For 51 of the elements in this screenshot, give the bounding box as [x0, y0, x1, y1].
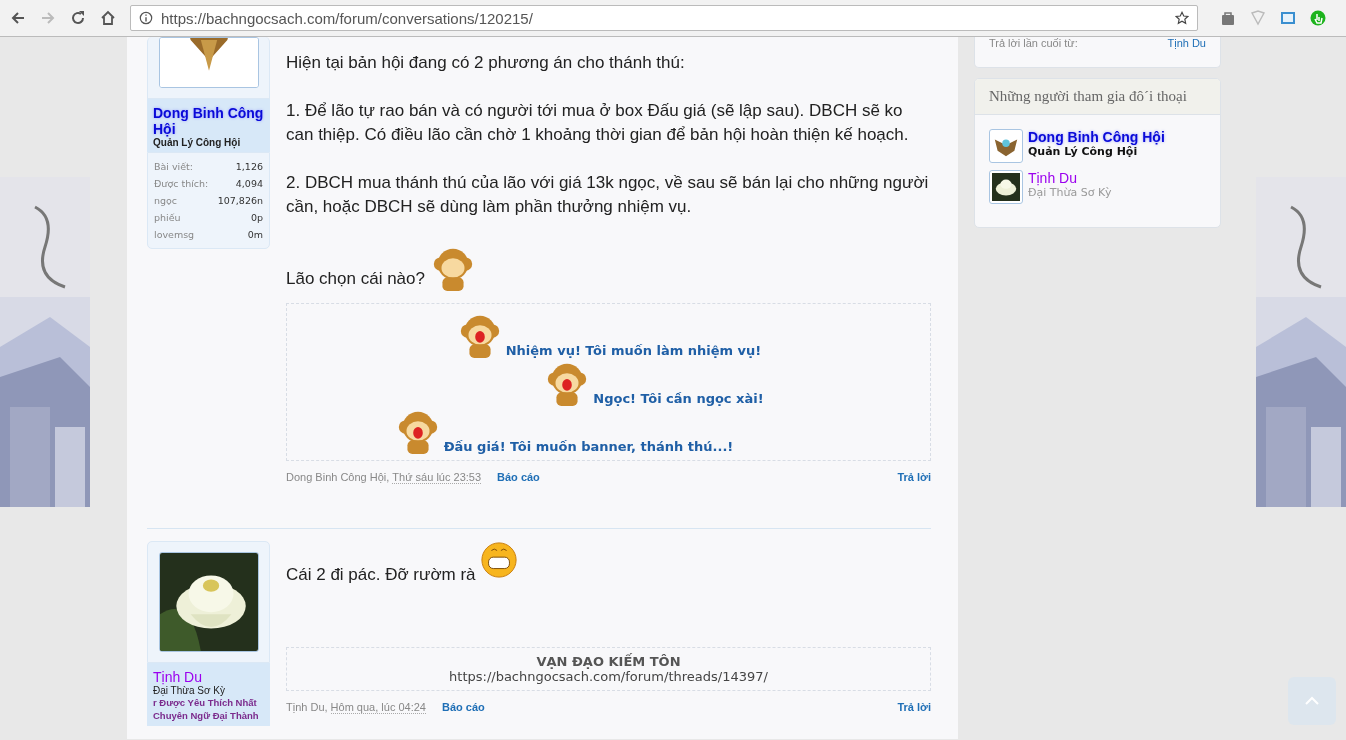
- bag-icon[interactable]: [1220, 10, 1236, 26]
- signature-link[interactable]: https://bachngocsach.com/forum/threads/14397/: [287, 669, 930, 684]
- user-name[interactable]: Tịnh Du: [153, 669, 264, 685]
- message-text: 2. DBCH mua thánh thú của lão với giá 13k ngọc, về sau sẽ bán lại cho những người cần, hoặc DBCH sẽ dùng làm phần thưởng nhiệm vụ.: [286, 172, 930, 218]
- message-text: Lão chọn cái nào?: [286, 268, 425, 290]
- post-author[interactable]: Dong Binh Công Hội,: [286, 471, 390, 484]
- report-link[interactable]: Báo cáo: [441, 701, 485, 714]
- stat-label: Bài viết:: [154, 160, 194, 174]
- back-icon[interactable]: [10, 10, 26, 26]
- post-date[interactable]: Thứ sáu lúc 23:53: [392, 471, 482, 484]
- option-text: Đấu giá! Tôi muốn banner, thánh thú...!: [443, 439, 734, 454]
- participant-title: Đại Thừa Sơ Kỳ: [1027, 186, 1112, 199]
- report-link[interactable]: Báo cáo: [497, 471, 540, 484]
- option-text: Ngọc! Tôi cần ngọc xài!: [593, 391, 764, 406]
- home-icon[interactable]: [100, 10, 116, 26]
- last-reply-name[interactable]: Tịnh Du: [1167, 37, 1206, 49]
- stat-value: 4,094: [235, 177, 263, 191]
- message-text: Cái 2 đi pác. Đỡ rườm rà: [286, 564, 476, 586]
- stat-label: lovemsg: [154, 228, 195, 242]
- stat-value: 0p: [250, 211, 263, 225]
- participant-name[interactable]: Dong Binh Công Hội: [1027, 129, 1165, 145]
- stat-label: ngọc: [154, 194, 178, 208]
- signature-title: VẠN ĐẠO KIẾM TÔN: [535, 654, 682, 669]
- stat-label: Được thích:: [154, 177, 209, 191]
- stat-value: 1,126: [235, 160, 263, 174]
- stat-value: 0m: [247, 228, 263, 242]
- participant-name[interactable]: Tịnh Du: [1027, 170, 1112, 186]
- participant-title: Quản Lý Công Hội: [1027, 145, 1139, 158]
- user-rank-text: Chuyên Ngữ Đại Thành: [153, 709, 260, 722]
- star-icon[interactable]: [1175, 11, 1189, 25]
- hand-icon[interactable]: [1310, 10, 1326, 26]
- post-author[interactable]: Tịnh Du,: [286, 701, 328, 714]
- address-bar[interactable]: https://bachngocsach.com/forum/conversations/120215/: [130, 5, 1198, 31]
- message-text: Hiện tại bản hội đang có 2 phương án cho thánh thú:: [286, 52, 685, 74]
- option-text: Nhiệm vụ! Tôi muốn làm nhiệm vụ!: [505, 343, 762, 358]
- user-rank-text: r Được Yêu Thích Nhất: [153, 696, 258, 709]
- reload-icon[interactable]: [70, 10, 86, 26]
- info-icon[interactable]: [139, 11, 153, 25]
- reply-link[interactable]: Trả lời: [897, 471, 931, 484]
- user-name[interactable]: Dong Binh Công Hội: [153, 105, 264, 137]
- card-title: Những người tham gia đô´i thoại: [974, 79, 1220, 115]
- stat-label: phiếu: [154, 211, 181, 225]
- stat-value: 107,826n: [217, 194, 263, 208]
- message-text: 1. Để lão tự rao bán và có người tới mua ở box Đấu giá (sẽ lập sau). DBCH sẽ ko can thiệp. Có điều lão cần chờ 1 khoảng thời gian để bản hội hoàn thiện kế hoạch.: [286, 100, 910, 146]
- caret-icon: [1304, 696, 1320, 706]
- post-date[interactable]: Hôm qua, lúc 04:24: [330, 701, 426, 714]
- user-title: Quản Lý Công Hội: [153, 137, 242, 148]
- grin-smiley-icon: [479, 541, 518, 579]
- reply-link[interactable]: Trả lời: [897, 701, 931, 714]
- user-title: Đại Thừa Sơ Kỳ: [153, 685, 226, 696]
- last-reply-label: Trả lời lần cuối từ:: [988, 37, 1078, 49]
